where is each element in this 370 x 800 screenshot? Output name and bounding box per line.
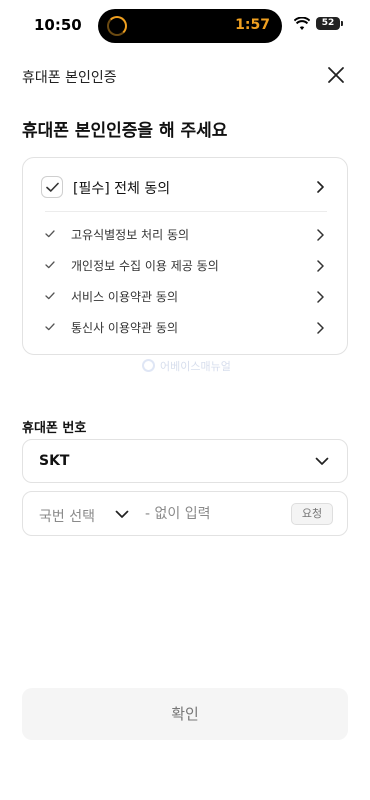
agree-item-label: 개인정보 수집 이용 제공 동의: [71, 259, 219, 273]
status-bar: 10:50 1:57 52: [0, 0, 370, 52]
agree-item-privacy[interactable]: 개인정보 수집 이용 제공 동의: [43, 256, 331, 276]
check-icon: [46, 182, 59, 192]
divider: [45, 211, 327, 212]
island-timer: 1:57: [235, 17, 270, 33]
dynamic-island: 1:57: [98, 9, 282, 43]
phone-label: 휴대폰 번호: [22, 421, 87, 436]
chevron-down-icon: [115, 510, 129, 518]
watermark-text: 어베이스매뉴얼: [160, 360, 231, 373]
agree-all-checkbox[interactable]: [41, 176, 63, 198]
agree-item-label: 서비스 이용약관 동의: [71, 290, 178, 304]
timer-ring-icon: [107, 16, 127, 36]
check-icon: [45, 230, 55, 238]
chevron-right-icon[interactable]: [315, 181, 325, 193]
agree-all-row[interactable]: [필수] 전체 동의: [41, 176, 331, 200]
chevron-right-icon[interactable]: [315, 322, 325, 334]
chevron-right-icon[interactable]: [315, 229, 325, 241]
agree-item-carrier-terms[interactable]: 통신사 이용약관 동의: [43, 318, 331, 338]
watermark-logo-icon: [142, 359, 155, 372]
chevron-right-icon[interactable]: [315, 291, 325, 303]
page-title: 휴대폰 본인인증을 해 주세요: [22, 121, 228, 141]
carrier-select[interactable]: SKT: [22, 439, 348, 483]
agree-item-label: 통신사 이용약관 동의: [71, 321, 178, 335]
prefix-select[interactable]: 국번 선택: [39, 504, 135, 525]
battery-level: 52: [321, 18, 335, 28]
wifi-icon: [294, 17, 310, 30]
battery-icon: 52: [316, 17, 340, 30]
prefix-placeholder: 국번 선택: [39, 509, 95, 525]
close-icon[interactable]: [324, 63, 348, 87]
check-icon: [45, 292, 55, 300]
carrier-value: SKT: [39, 453, 70, 469]
chevron-right-icon[interactable]: [315, 260, 325, 272]
chevron-down-icon: [315, 457, 329, 465]
agree-item-service-terms[interactable]: 서비스 이용약관 동의: [43, 287, 331, 307]
agree-item-unique-id[interactable]: 고유식별정보 처리 동의: [43, 225, 331, 245]
agreement-card: [필수] 전체 동의 고유식별정보 처리 동의 개인정보 수집 이용 제공 동의…: [22, 157, 348, 355]
phone-number-row: 국번 선택 요청: [22, 491, 348, 536]
header-title: 휴대폰 본인인증: [22, 70, 117, 86]
request-button[interactable]: 요청: [291, 503, 333, 525]
battery-cap: [341, 21, 343, 26]
check-icon: [45, 261, 55, 269]
phone-number-input[interactable]: [145, 504, 285, 524]
status-time: 10:50: [34, 16, 82, 34]
check-icon: [45, 323, 55, 331]
agree-all-label: [필수] 전체 동의: [73, 181, 171, 197]
agree-item-label: 고유식별정보 처리 동의: [71, 228, 190, 242]
confirm-button[interactable]: 확인: [22, 688, 348, 740]
